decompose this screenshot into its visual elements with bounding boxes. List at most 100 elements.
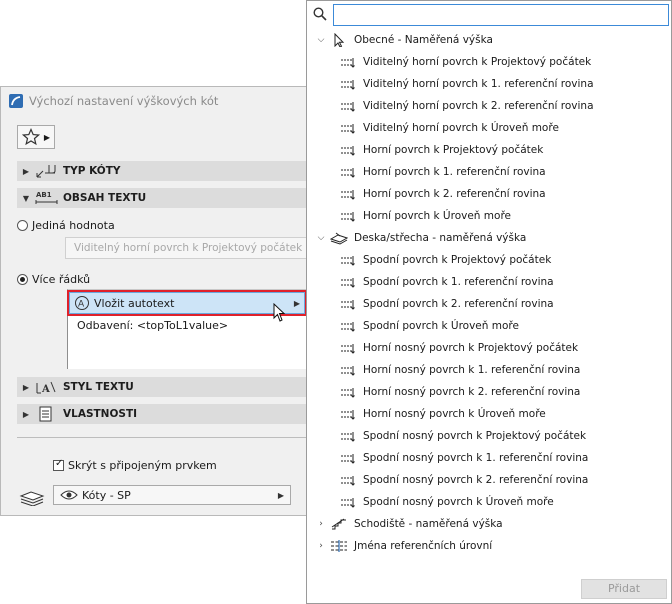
item-label: Horní povrch k 2. referenční rovina: [363, 188, 546, 200]
item-label: Horní nosný povrch k 1. referenční rovin…: [363, 364, 581, 376]
level-dimension-icon: [341, 366, 355, 376]
item-label: Spodní povrch k 2. referenční rovina: [363, 298, 554, 310]
level-dimension-icon: [341, 146, 355, 156]
autotext-item[interactable]: Viditelný horní povrch k Úroveň moře: [307, 117, 671, 139]
checkmark-icon: ✓: [55, 458, 64, 469]
level-dimension-icon: [341, 476, 355, 486]
text-style-icon: A: [36, 381, 56, 395]
level-dimension-icon: [341, 498, 355, 508]
autotext-item[interactable]: Horní nosný povrch k 1. referenční rovin…: [307, 359, 671, 381]
add-button[interactable]: Přidat: [581, 579, 667, 599]
chevron-down-icon[interactable]: ⌵: [314, 35, 328, 45]
autotext-item[interactable]: Horní povrch k 1. referenční rovina: [307, 161, 671, 183]
dialog-title: Výchozí nastavení výškových kót: [29, 94, 219, 108]
autotext-item[interactable]: Horní nosný povrch k Projektový počátek: [307, 337, 671, 359]
item-label: Horní nosný povrch k Projektový počátek: [363, 342, 579, 354]
autotext-formula: Odbavení: <topToL1value>: [77, 319, 229, 332]
level-dimension-settings-dialog: Výchozí nastavení výškových kót ▶ ▶ TYP …: [0, 86, 311, 516]
section-properties[interactable]: ▶ VLASTNOSTI: [17, 404, 307, 424]
properties-list-icon: [39, 406, 52, 422]
svg-text:AB1: AB1: [36, 191, 52, 199]
collapse-arrow-icon: ▼: [22, 193, 30, 203]
autotext-group[interactable]: › Jména referenčních úrovní: [307, 535, 671, 557]
autotext-item[interactable]: Spodní povrch k 1. referenční rovina: [307, 271, 671, 293]
level-dimension-icon: [341, 124, 355, 134]
single-value-select: Viditelný horní povrch k Projektový počá…: [65, 237, 311, 259]
chevron-right-icon[interactable]: ›: [314, 519, 328, 529]
svg-text:A: A: [78, 300, 85, 310]
autotext-item[interactable]: Spodní nosný povrch k Projektový počátek: [307, 425, 671, 447]
svg-text:A: A: [41, 384, 50, 395]
item-label: Spodní povrch k Projektový počátek: [363, 254, 552, 266]
reference-levels-icon: [331, 540, 347, 552]
level-dimension-icon: [341, 344, 355, 354]
expand-arrow-icon: ▶: [22, 409, 30, 419]
favorites-button[interactable]: ▶: [17, 125, 55, 149]
group-label: Deska/střecha - naměřená výška: [354, 232, 527, 244]
autotext-search-input[interactable]: [333, 4, 669, 26]
autotext-item[interactable]: Viditelný horní povrch k 2. referenční r…: [307, 95, 671, 117]
autotext-item[interactable]: Spodní povrch k 2. referenční rovina: [307, 293, 671, 315]
level-dimension-icon: [341, 58, 355, 68]
autotext-item[interactable]: Horní nosný povrch k 2. referenční rovin…: [307, 381, 671, 403]
divider: [17, 437, 307, 438]
autotext-item[interactable]: Horní povrch k 2. referenční rovina: [307, 183, 671, 205]
item-label: Horní povrch k Projektový počátek: [363, 144, 544, 156]
hide-with-element-checkbox[interactable]: ✓: [53, 458, 64, 471]
item-label: Viditelný horní povrch k 2. referenční r…: [363, 100, 594, 112]
level-dimension-icon: [341, 256, 355, 266]
autotext-item[interactable]: Viditelný horní povrch k 1. referenční r…: [307, 73, 671, 95]
item-label: Spodní povrch k 1. referenční rovina: [363, 276, 554, 288]
autotext-group[interactable]: ⌵ Obecné - Naměřená výška: [307, 29, 671, 51]
autotext-item[interactable]: Spodní nosný povrch k 1. referenční rovi…: [307, 447, 671, 469]
item-label: Horní nosný povrch k Úroveň moře: [363, 408, 546, 420]
item-label: Viditelný horní povrch k Projektový počá…: [363, 56, 592, 68]
insert-autotext-button[interactable]: A Vložit autotext ▶: [67, 290, 307, 316]
autotext-item[interactable]: Viditelný horní povrch k Projektový počá…: [307, 51, 671, 73]
star-icon: [21, 128, 40, 146]
item-label: Spodní nosný povrch k Úroveň moře: [363, 496, 554, 508]
chevron-down-icon[interactable]: ⌵: [314, 233, 328, 243]
group-label: Obecné - Naměřená výška: [354, 34, 493, 46]
item-label: Viditelný horní povrch k Úroveň moře: [363, 122, 559, 134]
multi-line-option[interactable]: Více řádků: [17, 273, 90, 286]
text-content-icon: AB1: [35, 191, 58, 204]
item-label: Horní povrch k 1. referenční rovina: [363, 166, 546, 178]
autotext-item[interactable]: Spodní nosný povrch k Úroveň moře: [307, 491, 671, 513]
autotext-group[interactable]: ⌵ Deska/střecha - naměřená výška: [307, 227, 671, 249]
app-icon: [9, 94, 23, 108]
item-label: Horní nosný povrch k 2. referenční rovin…: [363, 386, 581, 398]
chevron-right-icon[interactable]: ›: [314, 541, 328, 551]
slab-roof-icon: [330, 232, 348, 245]
layers-icon: [19, 491, 45, 506]
level-dimension-icon: [341, 102, 355, 112]
section-label: OBSAH TEXTU: [63, 192, 147, 204]
item-label: Viditelný horní povrch k 1. referenční r…: [363, 78, 594, 90]
multi-line-label: Více řádků: [32, 273, 91, 286]
autotext-item[interactable]: Spodní povrch k Projektový počátek: [307, 249, 671, 271]
level-dimension-icon: [341, 432, 355, 442]
autotext-item[interactable]: Horní povrch k Projektový počátek: [307, 139, 671, 161]
single-value-option[interactable]: Jediná hodnota: [17, 219, 115, 232]
layer-select[interactable]: Kóty - SP ▶: [53, 485, 291, 505]
hide-with-element-option[interactable]: ✓ Skrýt s připojeným prvkem: [53, 458, 217, 472]
autotext-item[interactable]: Spodní povrch k Úroveň moře: [307, 315, 671, 337]
autotext-item[interactable]: Horní povrch k Úroveň moře: [307, 205, 671, 227]
autotext-popup: ⌵ Obecné - Naměřená výška Viditelný horní …: [306, 0, 672, 604]
section-text-content[interactable]: ▼ AB1 OBSAH TEXTU: [17, 188, 307, 208]
group-label: Schodiště - naměřená výška: [354, 518, 503, 530]
section-dimension-type[interactable]: ▶ TYP KÓTY: [17, 161, 307, 181]
multi-line-radio[interactable]: [17, 274, 28, 285]
single-value-radio[interactable]: [17, 220, 28, 231]
item-label: Spodní nosný povrch k 2. referenční rovi…: [363, 474, 589, 486]
autotext-group[interactable]: › Schodiště - naměřená výška: [307, 513, 671, 535]
autotext-item[interactable]: Horní nosný povrch k Úroveň moře: [307, 403, 671, 425]
mouse-pointer-icon: [273, 303, 286, 322]
level-dimension-icon: [341, 190, 355, 200]
section-text-style[interactable]: ▶ A STYL TEXTU: [17, 377, 307, 397]
item-label: Spodní nosný povrch k Projektový počátek: [363, 430, 587, 442]
autotext-item[interactable]: Spodní nosný povrch k 2. referenční rovi…: [307, 469, 671, 491]
insert-autotext-label: Vložit autotext: [94, 296, 175, 310]
autotext-icon: A: [75, 296, 89, 310]
dimension-type-icon: [36, 165, 56, 178]
